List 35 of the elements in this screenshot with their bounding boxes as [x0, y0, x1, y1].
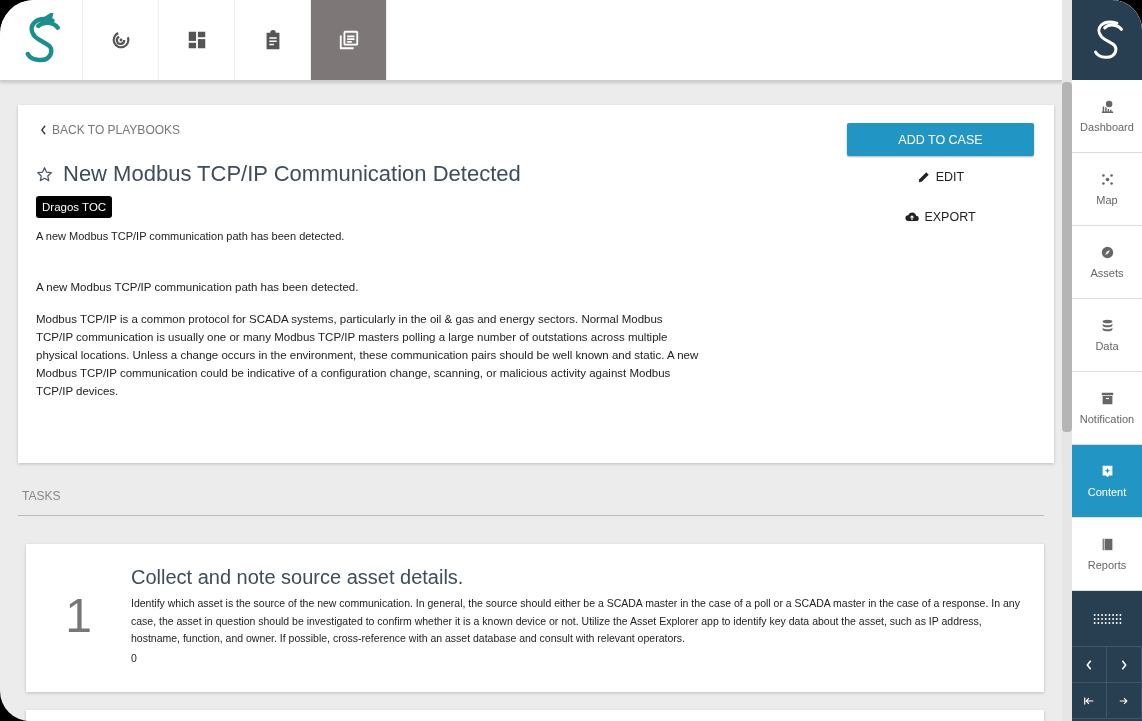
edit-button[interactable]: EDIT [912, 158, 969, 196]
scrollbar-thumb[interactable] [1062, 82, 1072, 432]
chevron-right-icon [1119, 659, 1129, 670]
pencil-icon [916, 170, 931, 184]
chart-icon [1100, 99, 1114, 113]
sparkle-icon [1100, 464, 1114, 478]
summary-text: A new Modbus TCP/IP communication path has been detected. [36, 230, 346, 242]
arrow-to-start-icon [1084, 695, 1094, 706]
description-text: Modbus TCP/IP is a common protocol for SCADA systems, particularly in the oil & gas and energy sectors. Normal Modbus TCP/IP communication is usually one or many Modbus TCP/IP masters polling a large number of outstations across multiple physical locations. Unless a change occurs in the environment, these communication pairs should be well known and static. A new Modbus TCP/IP communication could be indicative of a configuration change, scanning, or malicious activity against Modbus TCP/IP devices. [36, 312, 700, 399]
arrow-right-icon [1119, 695, 1129, 706]
add-to-case-button[interactable]: ADD TO CASE [847, 123, 1034, 156]
export-button[interactable]: EXPORT [901, 198, 980, 236]
description-text: A new Modbus TCP/IP communication path has been detected. [36, 280, 360, 295]
task-count: 0 [131, 651, 138, 664]
database-icon [1100, 318, 1114, 332]
book-icon [1100, 537, 1114, 551]
back-link[interactable]: BACK TO PLAYBOOKS [40, 123, 181, 137]
playbook-title: New Modbus TCP/IP Communication Detected [63, 161, 521, 187]
sidebar-item[interactable]: Content [1072, 445, 1142, 518]
task-text: Identify which asset is the source of the new communication. In general, the source should either be a SCADA master in the case of a poll or a SCADA master in the case of a response. In any case, the asset in question should be investigated to confirm whether it is a known device or not. Utilize the Asset Explorer app to identify key data about the asset, such as IP address, hostname, function, and owner. If possible, cross-reference with an asset database and consult with relevant operators. [131, 596, 1021, 646]
nav-tab[interactable] [235, 0, 311, 80]
task-title: Collect and note source asset details. [131, 566, 465, 589]
chevron-left-icon [1084, 659, 1094, 670]
tasks-heading: TASKS [22, 489, 62, 503]
documents-icon [337, 29, 360, 51]
cloud-upload-icon [905, 210, 920, 224]
archive-icon [1100, 391, 1114, 405]
chevron-left-icon [40, 125, 47, 135]
task-number: 1 [64, 588, 93, 644]
compass-icon [1100, 245, 1114, 259]
star-icon[interactable] [36, 165, 53, 183]
nav-tab[interactable] [311, 0, 387, 80]
source-tag: Dragos TOC [36, 196, 113, 218]
network-icon [1100, 172, 1114, 186]
nav-tab[interactable] [159, 0, 235, 80]
